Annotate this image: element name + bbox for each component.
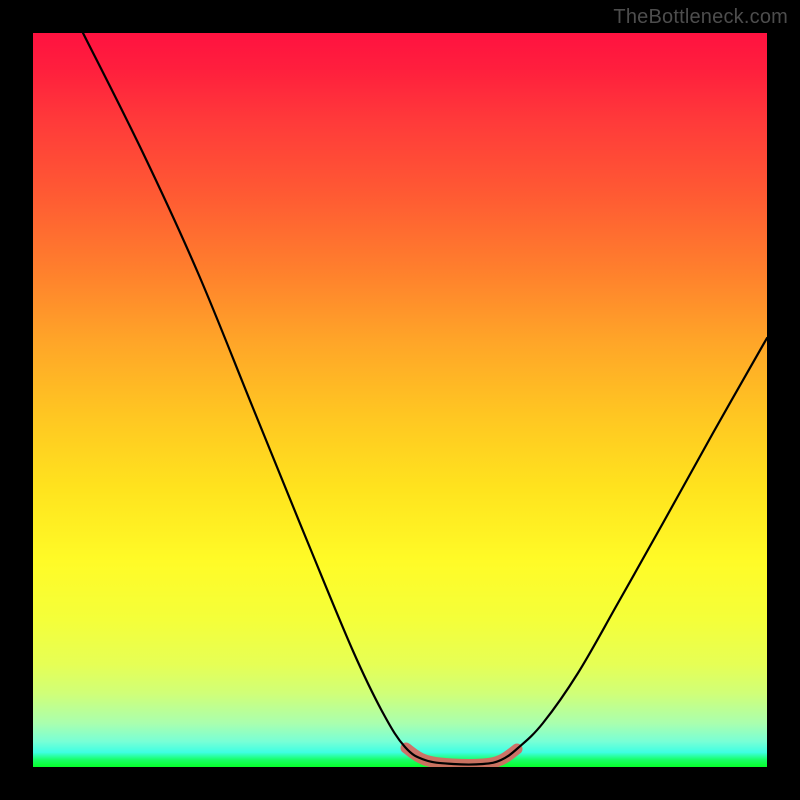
bottleneck-curve: [83, 33, 767, 765]
chart-frame: TheBottleneck.com: [0, 0, 800, 800]
curve-layer: [33, 33, 767, 767]
watermark-text: TheBottleneck.com: [613, 6, 788, 29]
optimal-range-highlight: [406, 748, 517, 765]
plot-area: [33, 33, 767, 767]
